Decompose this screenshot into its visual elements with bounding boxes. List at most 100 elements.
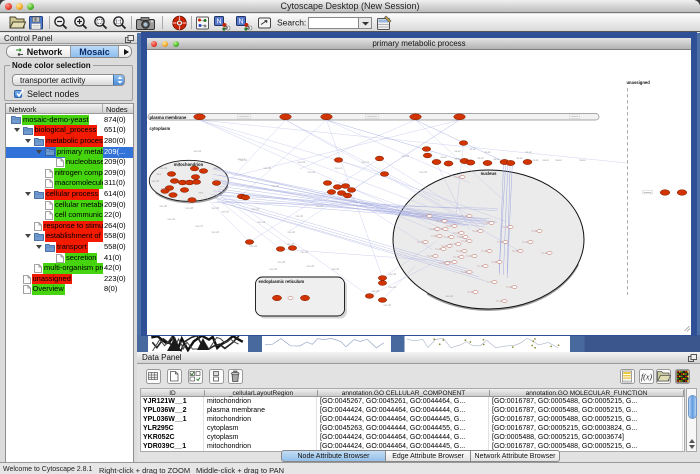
svg-text:Yx-68: Yx-68 [506, 286, 513, 289]
svg-text:cytoplasm: cytoplasm [150, 126, 171, 131]
svg-text:xx-xx: xx-xx [517, 157, 524, 160]
svg-text:nucleus: nucleus [481, 171, 497, 176]
svg-text:Yx-79: Yx-79 [486, 281, 493, 284]
svg-text:xx-xx: xx-xx [580, 159, 587, 162]
svg-text:Yx-82: Yx-82 [461, 271, 468, 274]
svg-text:xx-xx: xx-xx [455, 158, 462, 161]
svg-text:xxx-x0: xxx-x0 [420, 170, 428, 174]
svg-text:xx-x: xx-x [162, 188, 167, 191]
svg-text:xx-x: xx-x [178, 165, 183, 168]
svg-text:xxx-x5: xxx-x5 [301, 250, 309, 254]
svg-text:xxx-x1: xxx-x1 [335, 166, 343, 170]
svg-text:xxx-x7: xxx-x7 [316, 204, 324, 208]
svg-text:Yx-84: Yx-84 [446, 225, 453, 228]
svg-text:Yx-59: Yx-59 [467, 291, 474, 294]
svg-text:xxx-x6: xxx-x6 [160, 204, 168, 208]
svg-text:N: N [216, 19, 221, 26]
svg-text:Yx-51: Yx-51 [446, 261, 453, 264]
svg-text:unassigned: unassigned [627, 80, 651, 85]
svg-text:xxx-x9: xxx-x9 [384, 303, 392, 307]
svg-text:Yx-15: Yx-15 [443, 236, 450, 239]
svg-text:xxx-x5: xxx-x5 [372, 289, 380, 293]
svg-text:Yx-24: Yx-24 [522, 241, 529, 244]
svg-text:Yx-43: Yx-43 [417, 241, 424, 244]
svg-text:Yx-62: Yx-62 [427, 255, 434, 258]
svg-text:xxx-x9: xxx-x9 [298, 160, 306, 164]
svg-text:xxx-x3: xxx-x3 [258, 220, 266, 224]
svg-text:Yx-86: Yx-86 [431, 235, 438, 238]
svg-text:xxx-x8: xxx-x8 [278, 260, 286, 264]
svg-text:Yx-22: Yx-22 [461, 215, 468, 218]
svg-text:xxx-x6: xxx-x6 [402, 154, 410, 158]
svg-text:xxx-x9: xxx-x9 [296, 214, 304, 218]
svg-text:plasma membrane: plasma membrane [150, 115, 187, 120]
svg-text:Yx-47: Yx-47 [436, 220, 443, 223]
svg-text:xxx-x4: xxx-x4 [168, 217, 176, 221]
svg-text:1:1: 1:1 [115, 20, 122, 26]
svg-text:Yx-19: Yx-19 [502, 226, 509, 229]
svg-text:Yx-44: Yx-44 [461, 240, 468, 243]
svg-text:Yx-60: Yx-60 [429, 228, 436, 231]
svg-text:Yx-28: Yx-28 [453, 232, 460, 235]
svg-text:Yx-22: Yx-22 [454, 176, 461, 179]
svg-text:xx-x: xx-x [199, 192, 204, 195]
svg-text:xxx-x5: xxx-x5 [307, 264, 315, 268]
svg-text:xxx-x7: xxx-x7 [362, 160, 370, 164]
svg-text:Yx-54: Yx-54 [457, 236, 464, 239]
svg-text:N: N [238, 19, 243, 26]
svg-text:Yx-25: Yx-25 [435, 248, 442, 251]
svg-text:Yx-49: Yx-49 [481, 250, 488, 253]
svg-text:Yx-84: Yx-84 [483, 222, 490, 225]
svg-text:xx-xx: xx-xx [441, 156, 448, 159]
svg-text:Yx-23: Yx-23 [472, 230, 479, 233]
svg-text:Yx-23: Yx-23 [441, 245, 448, 248]
svg-text:xx-xx: xx-xx [485, 151, 492, 154]
svg-text:Yx-12: Yx-12 [477, 265, 484, 268]
svg-text:Yx-35: Yx-35 [497, 241, 504, 244]
svg-text:xx-xx: xx-xx [526, 151, 533, 154]
svg-text:endoplasmic reticulum: endoplasmic reticulum [259, 279, 305, 284]
svg-text:xx-xx: xx-xx [556, 159, 563, 162]
svg-text:xx-x: xx-x [157, 173, 162, 176]
svg-text:xxx-x6: xxx-x6 [272, 184, 280, 188]
svg-text:xxx-x2: xxx-x2 [222, 210, 230, 214]
svg-text:xx-xx: xx-xx [543, 159, 550, 162]
svg-text:Yx-63: Yx-63 [531, 230, 538, 233]
svg-text:Yx-75: Yx-75 [453, 256, 460, 259]
svg-text:xxx-x7: xxx-x7 [196, 224, 204, 228]
svg-text:xx-xx: xx-xx [494, 158, 501, 161]
svg-text:xxx-x4: xxx-x4 [194, 149, 202, 153]
svg-text:Search:: Search: [277, 18, 306, 28]
svg-text:xxx-x1: xxx-x1 [240, 158, 248, 162]
svg-text:xxx-x0: xxx-x0 [288, 230, 296, 234]
svg-text:xxx-x6: xxx-x6 [270, 267, 278, 271]
svg-text:Yx-77: Yx-77 [421, 215, 428, 218]
svg-text:xxx-x0: xxx-x0 [212, 230, 220, 234]
svg-text:Yx-19: Yx-19 [496, 300, 503, 303]
svg-text:xxx-x5: xxx-x5 [152, 179, 160, 183]
svg-text:xx-xx: xx-xx [470, 148, 477, 151]
svg-text:xxx-x3: xxx-x3 [389, 272, 397, 276]
svg-text:xxx-x5: xxx-x5 [212, 206, 220, 210]
svg-text:Yx-51: Yx-51 [466, 255, 473, 258]
svg-text:xxx-x3: xxx-x3 [252, 207, 260, 211]
svg-text:Yx-35: Yx-35 [439, 262, 446, 265]
svg-text:xxx-x9: xxx-x9 [250, 244, 258, 248]
svg-text:xxx-x0: xxx-x0 [389, 285, 397, 289]
svg-text:Yx-43: Yx-43 [456, 250, 463, 253]
svg-text:xxx-x0: xxx-x0 [332, 267, 340, 271]
svg-text:xx-xx: xx-xx [455, 150, 462, 153]
svg-text:f(x): f(x) [641, 373, 652, 382]
svg-text:xx-xx: xx-xx [533, 159, 540, 162]
svg-text:Yx-12: Yx-12 [541, 252, 548, 255]
svg-text:xxx-x9: xxx-x9 [160, 166, 168, 170]
svg-text:xxx-x8: xxx-x8 [186, 206, 194, 210]
svg-text:Yx-35: Yx-35 [512, 250, 519, 253]
svg-text:xxx-x9: xxx-x9 [214, 166, 222, 170]
svg-text:xxx-x2: xxx-x2 [446, 294, 454, 298]
svg-text:xxx-x3: xxx-x3 [287, 242, 295, 246]
svg-text:Yx-89: Yx-89 [491, 261, 498, 264]
svg-text:xx-xx: xx-xx [478, 157, 485, 160]
svg-text:xxx-x4: xxx-x4 [308, 170, 316, 174]
svg-text:xxx-x0: xxx-x0 [264, 166, 272, 170]
